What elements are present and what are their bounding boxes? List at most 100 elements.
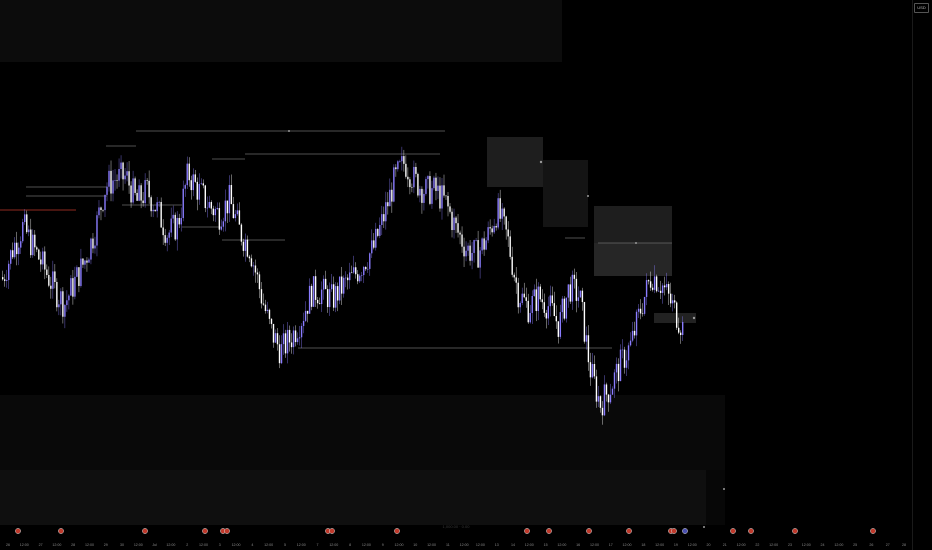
zone-box (594, 243, 672, 276)
candle-up (138, 185, 140, 201)
economic-event-icon[interactable] (870, 528, 876, 534)
candle-up (330, 284, 333, 290)
candle-up (104, 194, 106, 211)
candle-down (673, 300, 676, 303)
economic-event-icon[interactable] (202, 528, 208, 534)
time-tick-label: 27 (39, 543, 43, 547)
economic-event-icon[interactable] (394, 528, 400, 534)
candle-up (681, 322, 684, 336)
candle-down (134, 178, 136, 193)
candle-down (50, 285, 52, 289)
candle-up (8, 263, 10, 281)
candle-down (391, 189, 393, 202)
economic-event-icon[interactable] (730, 528, 736, 534)
candle-up (298, 337, 301, 339)
candle-up (381, 214, 383, 225)
currency-selector[interactable]: USD (914, 3, 929, 13)
candle-up (156, 202, 158, 212)
candle-up (228, 185, 231, 214)
economic-event-icon[interactable] (329, 528, 335, 534)
candle-up (296, 338, 299, 343)
candle-up (629, 340, 632, 346)
candle-up (328, 289, 331, 308)
economic-event-icon[interactable] (15, 528, 21, 534)
candle-up (198, 183, 200, 200)
candle-down (288, 329, 291, 343)
level-marker (723, 488, 725, 490)
candle-up (280, 344, 283, 364)
time-tick-label: 12:00 (623, 543, 632, 547)
candle-up (399, 161, 401, 162)
time-tick-label: 12:00 (264, 543, 273, 547)
candle-down (677, 327, 680, 333)
candle-down (86, 260, 88, 263)
candle-down (551, 295, 554, 304)
candle-down (92, 238, 94, 249)
candle-up (549, 295, 552, 307)
candle-down (164, 235, 166, 243)
candle-down (357, 274, 359, 282)
candle-up (112, 180, 114, 194)
candle-up (70, 278, 72, 296)
candle-down (513, 274, 515, 278)
candle-down (663, 285, 666, 288)
economic-event-icon[interactable] (626, 528, 632, 534)
time-tick-label: 12:00 (476, 543, 485, 547)
time-tick-label: 28 (902, 543, 906, 547)
time-tick-label: 9 (382, 543, 384, 547)
candle-down (306, 310, 309, 314)
candle-down (240, 224, 243, 242)
candle-up (425, 179, 427, 194)
economic-event-icon[interactable] (224, 528, 230, 534)
zone-box (706, 470, 725, 525)
candle-down (553, 303, 556, 317)
candle-down (623, 349, 626, 368)
candle-down (230, 185, 233, 205)
candle-down (148, 180, 150, 198)
price-chart[interactable]: 26 12:00 27 12:00 28 12:00 29 30 12:00 Jul 12:00 2 1… (0, 0, 932, 550)
candle-up (631, 330, 634, 341)
economic-event-icon[interactable] (524, 528, 530, 534)
candle-down (455, 217, 457, 224)
candle-up (274, 333, 277, 343)
economic-event-icon[interactable] (586, 528, 592, 534)
candle-down (517, 282, 519, 308)
candle-up (224, 200, 227, 222)
time-tick-label: 12:00 (329, 543, 338, 547)
candle-up (475, 240, 477, 241)
candle-up (158, 201, 160, 203)
economic-event-icon[interactable] (58, 528, 64, 534)
economic-event-icon[interactable] (682, 528, 688, 534)
economic-event-icon[interactable] (142, 528, 148, 534)
price-scale-panel[interactable] (912, 0, 932, 550)
time-tick-label: 12:00 (134, 543, 143, 547)
candle-up (367, 268, 369, 270)
candle-down (48, 275, 50, 286)
economic-event-icon[interactable] (748, 528, 754, 534)
economic-event-icon[interactable] (546, 528, 552, 534)
time-tick-label: 12:00 (52, 543, 61, 547)
candle-up (168, 232, 170, 238)
candle-down (4, 279, 6, 281)
candle-down (555, 316, 558, 322)
candle-down (100, 207, 102, 211)
candle-down (150, 197, 152, 212)
time-tick-label: 26 (6, 543, 10, 547)
candle-up (597, 396, 600, 402)
candle-down (593, 364, 596, 377)
candle-up (431, 188, 433, 204)
candle-down (260, 289, 263, 304)
candle-up (192, 174, 194, 191)
candle-up (413, 166, 415, 188)
time-tick-label: 8 (349, 543, 351, 547)
candle-down (439, 185, 441, 209)
economic-event-icon[interactable] (792, 528, 798, 534)
economic-event-icon[interactable] (671, 528, 677, 534)
zone-box (0, 470, 706, 525)
candle-down (639, 308, 642, 314)
candle-down (46, 269, 48, 276)
candle-down (667, 284, 670, 294)
candle-down (12, 250, 14, 258)
candle-down (56, 281, 58, 308)
time-tick-label: 12:00 (590, 543, 599, 547)
